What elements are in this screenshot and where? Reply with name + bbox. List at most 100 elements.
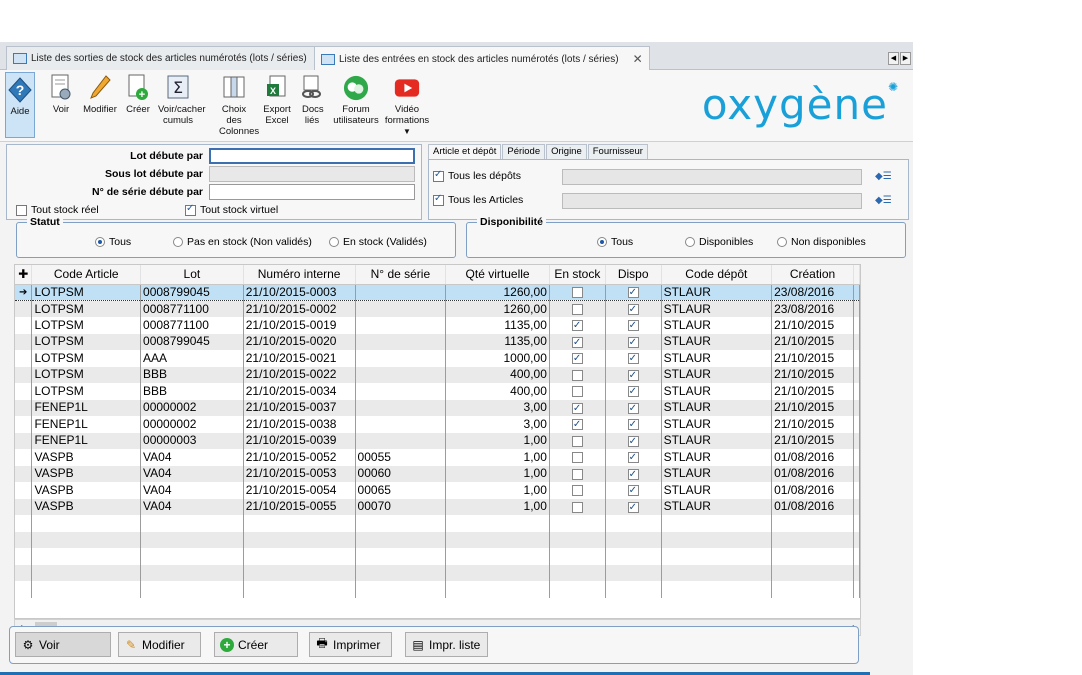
scroll-right-icon[interactable]: ▶: [900, 52, 911, 65]
impr-liste-label: Impr. liste: [429, 637, 481, 652]
dispo-radio-disponibles[interactable]: Disponibles: [685, 236, 753, 248]
select-list-icon[interactable]: ◆☰: [875, 195, 892, 207]
table-row[interactable]: FENEP1L0000000321/10/2015-0039 1,00 STLAUR…: [15, 432, 860, 449]
cell-code-article: FENEP1L: [31, 399, 142, 416]
docs-button[interactable]: Docs liés: [298, 74, 326, 126]
table-row[interactable]: LOTPSMBBB21/10/2015-0034 400,00 STLAUR21/1…: [15, 383, 860, 400]
radio-dot[interactable]: [173, 237, 183, 247]
checkbox-box[interactable]: [433, 193, 444, 206]
lot-input[interactable]: [209, 148, 415, 164]
tout-virtuel-checkbox[interactable]: Tout stock virtuel: [185, 203, 278, 216]
subtab-origine[interactable]: Origine: [546, 144, 587, 160]
tout-reel-checkbox[interactable]: Tout stock réel: [16, 204, 99, 216]
svg-text:?: ?: [16, 82, 25, 98]
tous-articles-checkbox[interactable]: Tous les Articles: [433, 193, 523, 206]
table-row[interactable]: FENEP1L0000000221/10/2015-0038 3,00 STLAUR…: [15, 416, 860, 433]
tous-depots-checkbox[interactable]: Tous les dépôts: [433, 169, 521, 182]
radio-dot[interactable]: [777, 237, 787, 247]
empty-row: [15, 548, 860, 565]
checkbox-box[interactable]: [433, 169, 444, 182]
checkbox-box[interactable]: [16, 204, 27, 216]
oxygene-logo: oxygène✺: [702, 80, 899, 129]
radio-dot[interactable]: [95, 237, 105, 247]
video-button[interactable]: Vidéo formations ▼: [384, 74, 430, 137]
statut-radio-tous[interactable]: Tous: [95, 236, 131, 248]
colonnes-button[interactable]: Choix des Colonnes: [213, 74, 259, 137]
radio-dot[interactable]: [685, 237, 695, 247]
dispo-radio-non-disponibles[interactable]: Non disponibles: [777, 236, 866, 248]
cell-qte-virtuelle: 1260,00: [445, 283, 550, 301]
voir-button[interactable]: Voir: [44, 74, 78, 115]
impr-liste-button[interactable]: ▤ Impr. liste: [405, 632, 488, 657]
subtab-periode[interactable]: Période: [502, 144, 546, 160]
close-icon[interactable]: ✕: [633, 52, 643, 66]
serie-label: N° de série débute par: [92, 186, 203, 198]
results-grid[interactable]: ✚ Code Article Lot Numéro interne N° de …: [14, 264, 861, 619]
cell-code-article: LOTPSM: [31, 317, 142, 334]
col-lot[interactable]: Lot: [140, 265, 244, 285]
subtab-fournisseur[interactable]: Fournisseur: [587, 144, 648, 160]
checkbox-icon: [571, 452, 583, 464]
col-serie[interactable]: N° de série: [355, 265, 447, 285]
scroll-left-icon[interactable]: ◀: [888, 52, 899, 65]
table-row[interactable]: FENEP1L0000000221/10/2015-0037 3,00 STLAUR…: [15, 399, 860, 416]
col-en-stock[interactable]: En stock: [549, 265, 606, 285]
serie-input[interactable]: [209, 184, 415, 200]
col-creation[interactable]: Création: [771, 265, 854, 285]
table-row[interactable]: LOTPSMAAA21/10/2015-0021 1000,00 STLAUR21/…: [15, 350, 860, 367]
cell-dispo: [605, 300, 662, 317]
empty-cell: [355, 515, 447, 532]
voir-bottom-button[interactable]: ⚙ Voir: [15, 632, 111, 657]
help-button[interactable]: ? Aide: [5, 72, 35, 138]
tab-entrees[interactable]: Liste des entrées en stock des articles …: [314, 46, 650, 71]
checkbox-icon: [571, 501, 583, 513]
table-row[interactable]: LOTPSM000879904521/10/2015-0020 1135,00 ST…: [15, 333, 860, 350]
add-column-icon[interactable]: ✚: [15, 265, 33, 285]
tab-sorties[interactable]: Liste des sorties de stock des articles …: [6, 46, 338, 70]
creer-bottom-button[interactable]: + Créer: [214, 632, 298, 657]
modifier-bottom-button[interactable]: ✎ Modifier: [118, 632, 201, 657]
col-dispo[interactable]: Dispo: [605, 265, 662, 285]
table-row[interactable]: LOTPSM000877110021/10/2015-0019 1135,00 ST…: [15, 317, 860, 334]
checkbox-icon: [627, 483, 639, 498]
modifier-button[interactable]: Modifier: [80, 74, 120, 115]
action-bar: ⚙ Voir ✎ Modifier + Créer 🖶 Imprimer ▤ Impr. …: [9, 626, 859, 664]
col-code-article[interactable]: Code Article: [31, 265, 142, 285]
print-list-icon: ▤: [412, 637, 424, 652]
cell-code-depot: STLAUR: [661, 383, 773, 400]
empty-cell: [31, 581, 142, 598]
subtab-article-depot[interactable]: Article et dépôt: [428, 144, 502, 160]
row-indicator: [15, 465, 33, 482]
table-row[interactable]: ➔LOTPSM000879904521/10/2015-0003 1260,00 S…: [15, 283, 860, 301]
radio-dot[interactable]: [597, 237, 607, 247]
col-qte-virtuelle[interactable]: Qté virtuelle: [445, 265, 550, 285]
imprimer-button[interactable]: 🖶 Imprimer: [309, 632, 392, 657]
statut-radio-en-stock[interactable]: En stock (Validés): [329, 236, 427, 248]
table-row[interactable]: VASPBVA0421/10/2015-0053000601,00 STLAUR0…: [15, 465, 860, 482]
table-row[interactable]: VASPBVA0421/10/2015-0055000701,00 STLAUR0…: [15, 498, 860, 515]
cell-creation: 01/08/2016: [771, 449, 854, 466]
checkbox-box[interactable]: [185, 203, 196, 216]
table-row[interactable]: LOTPSMBBB21/10/2015-0022 400,00 STLAUR21/1…: [15, 366, 860, 383]
table-row[interactable]: LOTPSM000877110021/10/2015-0002 1260,00 ST…: [15, 300, 860, 317]
table-row[interactable]: VASPBVA0421/10/2015-0054000651,00 STLAUR0…: [15, 482, 860, 499]
table-row[interactable]: VASPBVA0421/10/2015-0052000551,00 STLAUR0…: [15, 449, 860, 466]
cell-en-stock: [549, 416, 606, 433]
docs-label: Docs liés: [302, 104, 324, 126]
excel-button[interactable]: X Export Excel: [260, 74, 294, 126]
dropdown-arrow-icon[interactable]: ▼: [403, 126, 411, 137]
col-numero-interne[interactable]: Numéro interne: [243, 265, 356, 285]
dispo-radio-tous[interactable]: Tous: [597, 236, 633, 248]
radio-dot[interactable]: [329, 237, 339, 247]
creer-button[interactable]: + Créer: [123, 74, 153, 115]
col-overflow: [853, 265, 860, 285]
col-code-depot[interactable]: Code dépôt: [661, 265, 773, 285]
checkbox-icon: [627, 500, 639, 515]
forum-button[interactable]: Forum utilisateurs: [331, 74, 381, 126]
statut-radio-pas-en-stock[interactable]: Pas en stock (Non validés): [173, 236, 312, 248]
empty-cell: [15, 564, 33, 581]
empty-cell: [853, 515, 860, 532]
cumuls-button[interactable]: Σ Voir/cacher cumuls: [158, 74, 206, 126]
empty-cell: [549, 548, 606, 565]
select-list-icon[interactable]: ◆☰: [875, 171, 892, 183]
